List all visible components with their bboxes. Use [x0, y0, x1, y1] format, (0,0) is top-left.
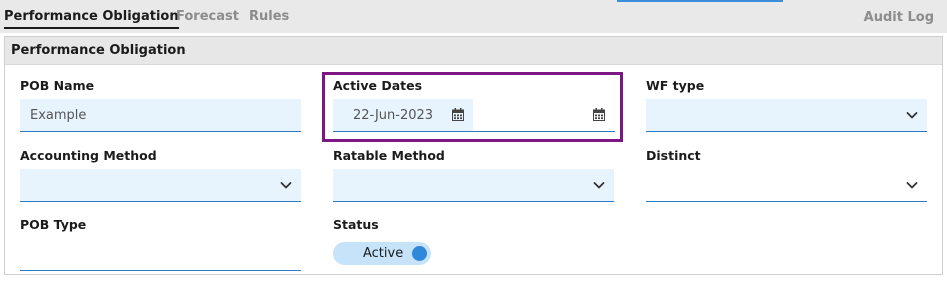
status-toggle-label: Active — [363, 246, 404, 261]
chevron-down-icon — [906, 112, 918, 119]
tab-performance-obligation[interactable]: Performance Obligation — [4, 9, 179, 29]
chevron-down-icon — [593, 182, 605, 189]
pob-type-input[interactable] — [20, 238, 301, 271]
panel-title: Performance Obligation — [5, 37, 942, 65]
tab-rules[interactable]: Rules — [249, 9, 289, 24]
wf-type-label: WF type — [646, 78, 705, 93]
pob-name-value: Example — [30, 108, 87, 123]
pob-name-input[interactable]: Example — [20, 99, 301, 132]
status-label: Status — [333, 217, 379, 232]
distinct-select[interactable] — [646, 169, 927, 202]
chevron-down-icon — [280, 182, 292, 189]
tab-bar-accent-line — [617, 0, 783, 2]
accounting-method-label: Accounting Method — [20, 148, 157, 163]
wf-type-select[interactable] — [646, 99, 927, 132]
audit-log-link[interactable]: Audit Log — [864, 10, 934, 25]
accounting-method-select[interactable] — [20, 169, 301, 202]
pob-type-label: POB Type — [20, 217, 87, 232]
status-toggle-knob — [412, 246, 427, 261]
ratable-method-label: Ratable Method — [333, 148, 445, 163]
status-toggle[interactable]: Active — [333, 242, 431, 265]
pob-name-label: POB Name — [20, 78, 95, 93]
distinct-label: Distinct — [646, 148, 701, 163]
tab-bar: Performance Obligation Forecast Rules Au… — [0, 0, 947, 33]
ratable-method-select[interactable] — [333, 169, 614, 202]
chevron-down-icon — [906, 182, 918, 189]
tab-forecast[interactable]: Forecast — [176, 9, 239, 24]
active-dates-highlight — [322, 72, 623, 142]
